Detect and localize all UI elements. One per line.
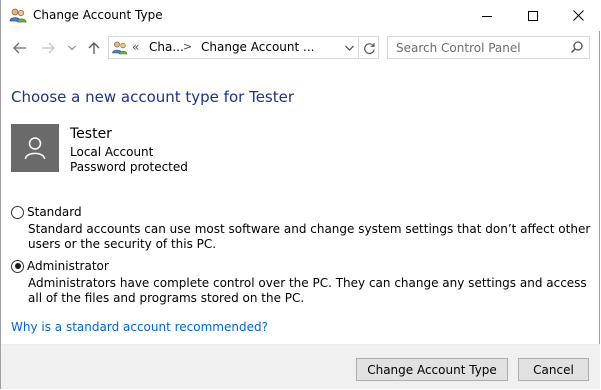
standard-option[interactable]: Standard [11,205,82,219]
breadcrumb-change-account[interactable]: Change Account ... [201,40,314,54]
control-panel-icon [112,40,128,55]
breadcrumb-separator[interactable]: > [183,40,192,53]
change-account-type-button[interactable]: Change Account Type [356,358,508,381]
minimize-icon [482,15,492,17]
refresh-icon [363,42,375,54]
button-bar: Change Account Type Cancel [1,345,600,389]
refresh-button[interactable] [361,40,377,56]
account-name: Tester [70,126,112,142]
close-button[interactable] [555,0,601,31]
address-divider [358,37,359,58]
search-icon[interactable] [570,40,584,54]
arrow-left-icon [13,42,26,54]
standard-description: Standard accounts can use most software … [28,222,591,251]
search-box[interactable] [387,36,590,59]
forward-button[interactable] [39,38,57,58]
address-dropdown-button[interactable] [342,41,356,55]
minimize-button[interactable] [464,0,510,31]
arrow-up-icon [88,42,100,54]
change-account-type-window: Change Account Type « Cha... > Change Ac… [0,0,601,389]
recent-locations-button[interactable] [65,38,79,58]
chevron-down-icon [68,45,76,51]
standard-label[interactable]: Standard [27,205,82,219]
maximize-button[interactable] [510,0,556,31]
password-status: Password protected [70,160,188,174]
overflow-chevron[interactable]: « [132,40,139,54]
close-icon [572,10,584,21]
account-type: Local Account [70,145,154,159]
administrator-label[interactable]: Administrator [27,259,109,273]
title-bar[interactable]: Change Account Type [1,0,601,31]
breadcrumb-control-panel[interactable]: Cha... [149,40,184,54]
avatar [11,124,59,172]
users-icon [9,7,27,23]
administrator-description: Administrators have complete control ove… [28,276,587,305]
standard-radio[interactable] [11,205,24,219]
maximize-icon [528,10,538,21]
navigation-bar: « Cha... > Change Account ... [1,31,601,65]
address-bar[interactable]: « Cha... > Change Account ... [108,36,379,59]
page-title: Choose a new account type for Tester [11,88,295,106]
window-title: Change Account Type [33,8,163,22]
arrow-right-icon [42,42,55,54]
chevron-down-icon [344,45,354,51]
administrator-option[interactable]: Administrator [11,259,109,273]
standard-account-help-link[interactable]: Why is a standard account recommended? [11,320,268,334]
user-icon [24,137,46,160]
up-button[interactable] [85,38,103,58]
administrator-radio[interactable] [11,259,24,273]
search-input[interactable] [388,37,568,58]
cancel-button[interactable]: Cancel [518,358,589,381]
back-button[interactable] [11,38,29,58]
